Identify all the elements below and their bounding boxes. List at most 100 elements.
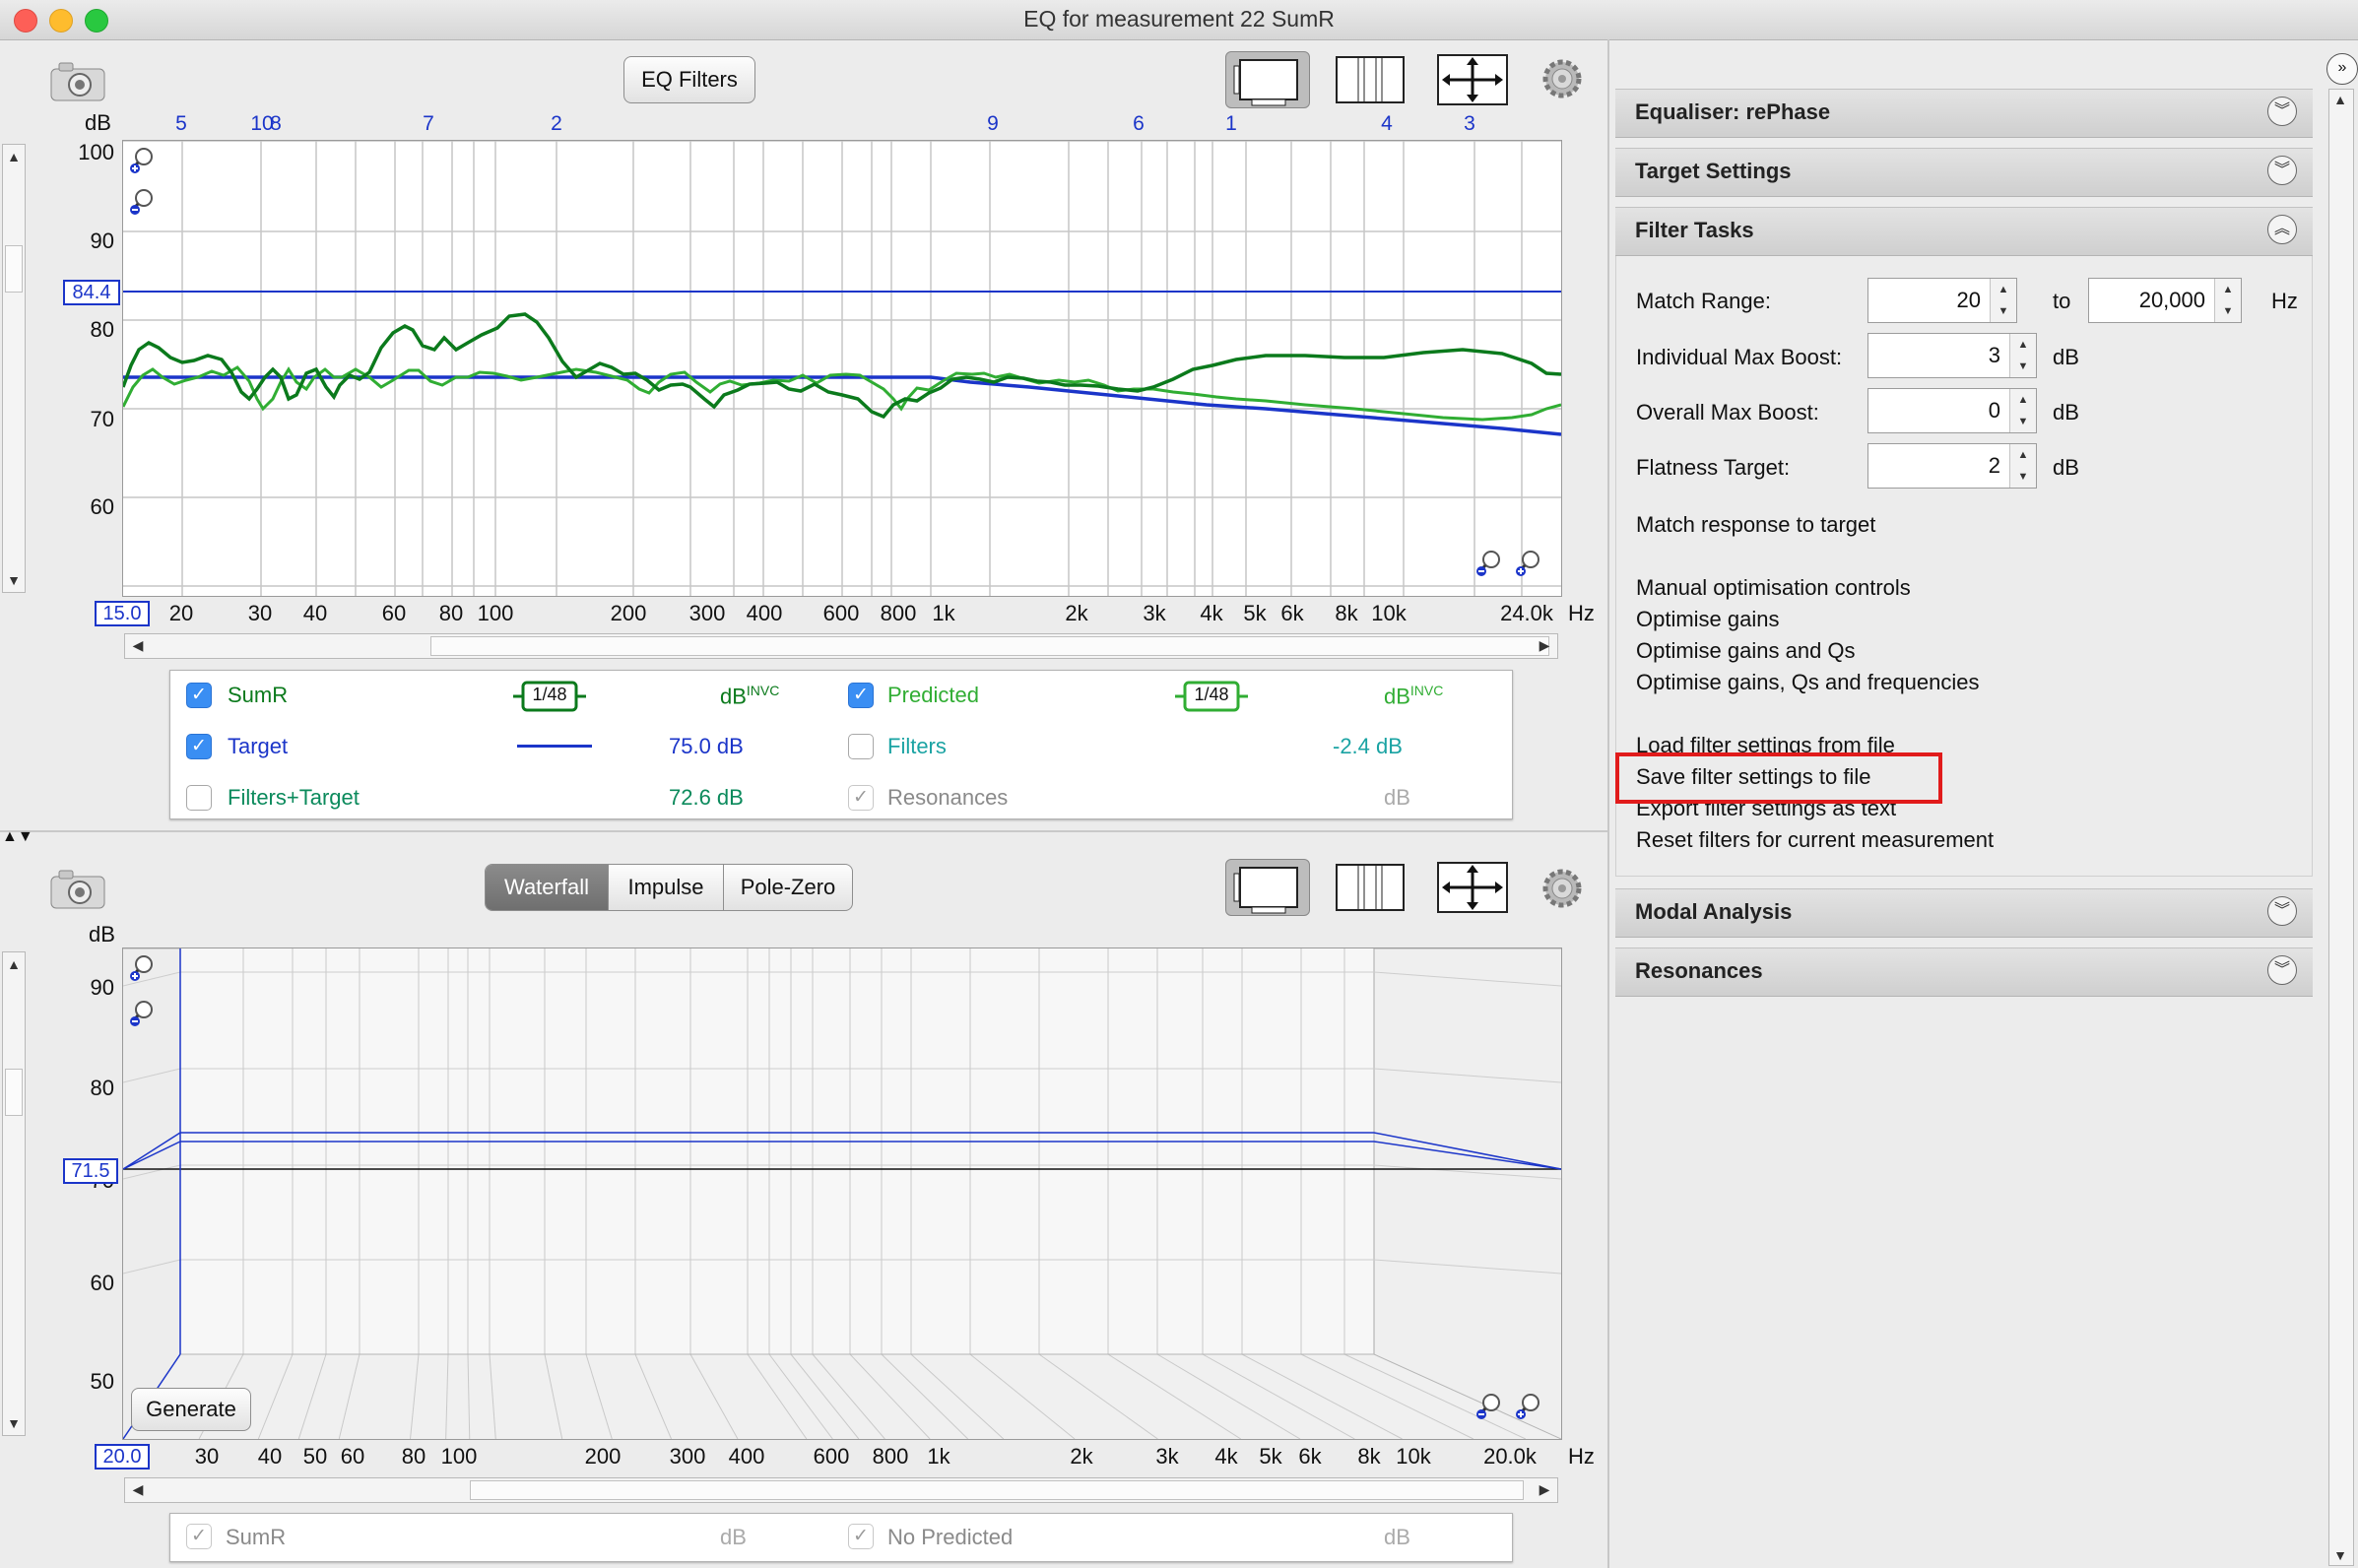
camera-icon[interactable]: [47, 867, 108, 912]
x-start-box[interactable]: 20.0: [95, 1444, 150, 1470]
fit-axes-icon[interactable]: [1436, 53, 1509, 106]
splitter-arrows-icon[interactable]: ▲▼: [2, 829, 33, 845]
resonances-checkbox[interactable]: ✓: [848, 785, 874, 811]
match-response-link[interactable]: Match response to target: [1636, 512, 1875, 538]
generate-button[interactable]: Generate: [131, 1388, 251, 1431]
gear-icon[interactable]: [1540, 867, 1584, 910]
optimise-gains-qs-frequencies-link[interactable]: Optimise gains, Qs and frequencies: [1636, 670, 1980, 695]
x-zoom-in-icon[interactable]: [1514, 1392, 1541, 1421]
x-zoom-out-icon[interactable]: [1474, 1392, 1502, 1421]
sumr-checkbox[interactable]: ✓: [186, 683, 212, 708]
stepper-icon[interactable]: ▲ ▼: [2009, 334, 2036, 377]
scroll-right-icon[interactable]: ▶: [1534, 1481, 1555, 1498]
predicted-checkbox[interactable]: ✓: [848, 683, 874, 708]
filter-marker[interactable]: 1: [1225, 112, 1237, 136]
expand-chevron-icon[interactable]: ︾: [2267, 97, 2297, 126]
match-range-to-field[interactable]: 20,000 ▲ ▼: [2088, 278, 2242, 323]
filter-marker[interactable]: 9: [987, 112, 999, 136]
bottom-vertical-scrollbar[interactable]: ▲ ▼: [2, 951, 26, 1436]
scroll-thumb[interactable]: [470, 1480, 1524, 1500]
target-level-box[interactable]: 84.4: [63, 280, 120, 305]
single-graph-layout-icon[interactable]: [1225, 859, 1310, 916]
top-vertical-scrollbar[interactable]: ▲ ▼: [2, 144, 26, 593]
target-checkbox[interactable]: ✓: [186, 734, 212, 759]
section-resonances[interactable]: Resonances ︾: [1615, 947, 2313, 997]
scroll-thumb[interactable]: [5, 245, 23, 293]
optimise-gains-link[interactable]: Optimise gains: [1636, 607, 1780, 632]
section-modal-analysis[interactable]: Modal Analysis ︾: [1615, 888, 2313, 938]
optimise-gains-qs-link[interactable]: Optimise gains and Qs: [1636, 638, 1856, 664]
stepper-icon[interactable]: ▲ ▼: [2009, 389, 2036, 432]
filter-marker[interactable]: 6: [1133, 112, 1145, 136]
zoom-out-icon[interactable]: [129, 188, 155, 216]
sumr-checkbox[interactable]: ✓: [186, 1524, 212, 1549]
split-graph-layout-icon[interactable]: [1335, 55, 1406, 104]
x-zoom-in-icon[interactable]: [1514, 549, 1541, 578]
match-range-from-field[interactable]: 20 ▲ ▼: [1867, 278, 2017, 323]
individual-max-boost-field[interactable]: 3 ▲ ▼: [1867, 333, 2037, 378]
scroll-up-icon[interactable]: ▲: [3, 956, 25, 972]
overall-max-boost-field[interactable]: 0 ▲ ▼: [1867, 388, 2037, 433]
split-graph-layout-icon[interactable]: [1335, 863, 1406, 912]
filter-marker[interactable]: 7: [423, 112, 434, 136]
stepper-icon[interactable]: ▲ ▼: [2214, 279, 2241, 322]
eq-filters-button[interactable]: EQ Filters: [623, 56, 755, 103]
section-equaliser[interactable]: Equaliser: rePhase ︾: [1615, 89, 2313, 138]
predicted-smoothing-badge[interactable]: 1/48: [1175, 679, 1248, 714]
filter-marker[interactable]: 5: [175, 112, 187, 136]
gear-icon[interactable]: [1540, 57, 1584, 100]
right-panel-scrollbar[interactable]: ▲ ▼: [2328, 89, 2354, 1566]
tab-impulse[interactable]: Impulse: [609, 865, 723, 910]
scroll-down-icon[interactable]: ▼: [3, 572, 25, 588]
scroll-left-icon[interactable]: ◀: [127, 637, 149, 654]
flatness-target-field[interactable]: 2 ▲ ▼: [1867, 443, 2037, 489]
fit-axes-icon[interactable]: [1436, 861, 1509, 914]
x-start-box[interactable]: 15.0: [95, 601, 150, 626]
scroll-left-icon[interactable]: ◀: [127, 1481, 149, 1498]
zoom-in-icon[interactable]: [129, 147, 155, 174]
bottom-horizontal-scrollbar[interactable]: ◀ ▶: [124, 1477, 1558, 1503]
tab-waterfall[interactable]: Waterfall: [486, 865, 608, 910]
stepper-icon[interactable]: ▲ ▼: [1990, 279, 2016, 322]
manual-optimisation-link[interactable]: Manual optimisation controls: [1636, 575, 1911, 601]
zoom-in-icon[interactable]: [129, 954, 155, 982]
filter-marker[interactable]: 2: [551, 112, 562, 136]
collapse-panel-icon[interactable]: »: [2326, 53, 2358, 85]
scroll-right-icon[interactable]: ▶: [1534, 637, 1555, 654]
scroll-up-icon[interactable]: ▲: [2329, 92, 2351, 107]
tab-pole-zero[interactable]: Pole-Zero: [724, 865, 852, 910]
camera-icon[interactable]: [47, 59, 108, 104]
y-tick-label: 80: [90, 1076, 114, 1100]
scroll-down-icon[interactable]: ▼: [3, 1415, 25, 1431]
expand-chevron-icon[interactable]: ︾: [2267, 955, 2297, 985]
reset-filters-link[interactable]: Reset filters for current measurement: [1636, 827, 1994, 853]
filter-marker[interactable]: 3: [1464, 112, 1475, 136]
collapse-chevron-icon[interactable]: ︽: [2267, 215, 2297, 244]
scroll-thumb[interactable]: [430, 636, 1549, 656]
zoom-out-icon[interactable]: [129, 1000, 155, 1027]
expand-chevron-icon[interactable]: ︾: [2267, 896, 2297, 926]
filters-checkbox[interactable]: [848, 734, 874, 759]
scroll-up-icon[interactable]: ▲: [3, 149, 25, 164]
scroll-down-icon[interactable]: ▼: [2329, 1547, 2351, 1563]
single-graph-layout-icon[interactable]: [1225, 51, 1310, 108]
filters-target-checkbox[interactable]: [186, 785, 212, 811]
stepper-icon[interactable]: ▲ ▼: [2009, 444, 2036, 488]
scroll-thumb[interactable]: [5, 1069, 23, 1116]
waterfall-level-box[interactable]: 71.5: [63, 1158, 118, 1184]
frequency-response-graph[interactable]: [122, 140, 1562, 597]
panel-splitter[interactable]: [0, 830, 1607, 832]
top-horizontal-scrollbar[interactable]: ◀ ▶: [124, 633, 1558, 659]
flatness-target-label: Flatness Target:: [1636, 455, 1791, 480]
filter-marker[interactable]: 4: [1381, 112, 1393, 136]
panel-divider[interactable]: [1607, 39, 1609, 1568]
no-predicted-checkbox[interactable]: ✓: [848, 1524, 874, 1549]
section-target-settings[interactable]: Target Settings ︾: [1615, 148, 2313, 197]
x-tick-label: 400: [746, 601, 783, 625]
expand-chevron-icon[interactable]: ︾: [2267, 156, 2297, 185]
section-filter-tasks[interactable]: Filter Tasks ︽: [1615, 207, 2313, 256]
x-zoom-out-icon[interactable]: [1474, 549, 1502, 578]
waterfall-graph[interactable]: Generate: [122, 947, 1562, 1440]
sumr-smoothing-badge[interactable]: 1/48: [513, 679, 586, 714]
filter-marker[interactable]: 8: [270, 112, 282, 136]
